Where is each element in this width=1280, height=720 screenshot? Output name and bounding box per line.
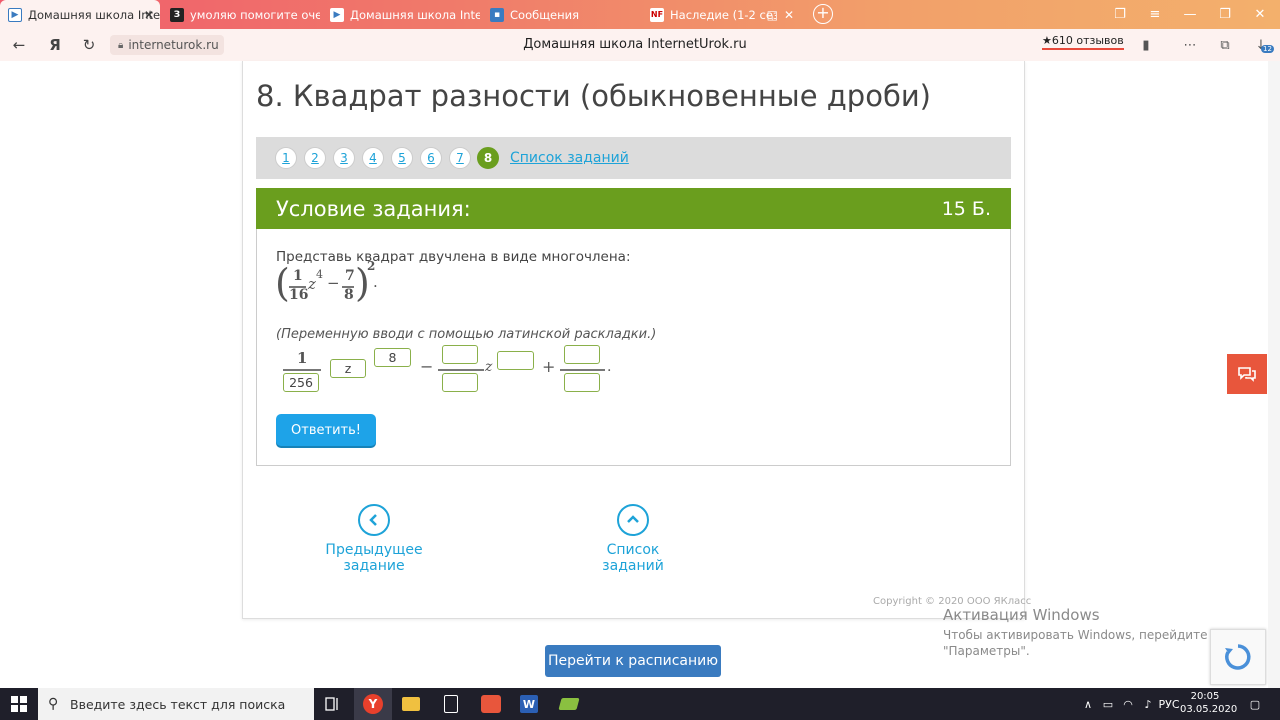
page-scrollbar[interactable] bbox=[1268, 61, 1280, 688]
notifications-icon[interactable]: ▢ bbox=[1240, 688, 1270, 720]
tab-interneturok-2[interactable]: ▶ Домашняя школа Internet bbox=[322, 0, 480, 29]
chevron-left-icon bbox=[358, 504, 390, 536]
submit-answer-button[interactable]: Ответить! bbox=[276, 414, 376, 446]
task-list-nav-link[interactable]: Список заданий bbox=[582, 504, 684, 574]
wifi-icon[interactable]: ◠ bbox=[1118, 688, 1138, 720]
windows-taskbar: ⚲ Введите здесь текст для поиска Y W ∧ ▭… bbox=[0, 688, 1280, 720]
tab-interneturok-1[interactable]: ▶ Домашняя школа Inter ✕ bbox=[0, 0, 160, 29]
chat-icon[interactable] bbox=[1227, 354, 1267, 394]
messages-favicon-icon: ▪ bbox=[490, 7, 504, 22]
answer-variable-1[interactable]: z bbox=[330, 359, 366, 378]
file-explorer-icon[interactable] bbox=[392, 688, 430, 720]
schedule-button[interactable]: Перейти к расписанию bbox=[545, 645, 721, 677]
task-expression: ( 1 16 z 4 − 7 8 ) 2 . bbox=[275, 259, 378, 305]
answer-denominator-1[interactable]: 256 bbox=[283, 373, 319, 392]
pager-item-2[interactable]: 2 bbox=[304, 147, 326, 169]
interneturok-favicon-icon: ▶ bbox=[8, 7, 22, 22]
znanija-favicon-icon: З bbox=[170, 7, 184, 22]
pager-item-3[interactable]: 3 bbox=[333, 147, 355, 169]
system-clock[interactable]: 20:05 03.05.2020 bbox=[1180, 690, 1237, 716]
browser-tab-bar: ▶ Домашняя школа Inter ✕ З умоляю помоги… bbox=[0, 0, 1280, 29]
mute-icon[interactable]: ◱ bbox=[767, 8, 778, 22]
pager-item-7[interactable]: 7 bbox=[449, 147, 471, 169]
battery-icon[interactable]: ▭ bbox=[1098, 688, 1118, 720]
tabs-list-icon[interactable]: ❐ bbox=[1103, 0, 1137, 29]
new-tab-icon[interactable]: + bbox=[813, 4, 833, 24]
search-icon: ⚲ bbox=[48, 696, 59, 712]
recaptcha-icon[interactable] bbox=[1210, 629, 1266, 685]
lock-icon: 🔒︎ bbox=[118, 39, 124, 51]
nf-favicon-icon: NF bbox=[650, 7, 664, 22]
page-content: 8. Квадрат разности (обыкновенные дроби)… bbox=[0, 61, 1280, 688]
volume-icon[interactable]: ♪ bbox=[1138, 688, 1158, 720]
minimize-icon[interactable]: — bbox=[1173, 0, 1207, 29]
pager-item-6[interactable]: 6 bbox=[420, 147, 442, 169]
task-view-icon[interactable] bbox=[314, 688, 352, 720]
interneturok-favicon-icon: ▶ bbox=[330, 7, 344, 22]
answer-denominator-2[interactable] bbox=[442, 373, 478, 392]
pager-item-current[interactable]: 8 bbox=[477, 147, 499, 169]
menu-icon[interactable]: ≡ bbox=[1138, 0, 1172, 29]
page-title: Домашняя школа InternetUrok.ru bbox=[523, 37, 747, 52]
downloads-icon[interactable]: ↓ 12 bbox=[1252, 36, 1274, 54]
close-window-icon[interactable]: ✕ bbox=[1243, 0, 1277, 29]
maximize-icon[interactable]: ❐ bbox=[1208, 0, 1242, 29]
task-heading: 8. Квадрат разности (обыкновенные дроби) bbox=[256, 79, 932, 113]
tab-messages[interactable]: ▪ Сообщения bbox=[482, 0, 640, 29]
task-title: Условие задания: bbox=[276, 197, 471, 221]
answer-denominator-3[interactable] bbox=[564, 373, 600, 392]
address-bar: ← Я ↻ 🔒︎ interneturok.ru Домашняя школа … bbox=[0, 29, 1280, 61]
answer-exponent-1[interactable]: 8 bbox=[374, 348, 411, 367]
pager-item-1[interactable]: 1 bbox=[275, 147, 297, 169]
layers-app-icon[interactable] bbox=[550, 688, 588, 720]
more-icon[interactable]: ⋯ bbox=[1181, 36, 1199, 54]
reload-icon[interactable]: ↻ bbox=[78, 35, 100, 55]
language-indicator[interactable]: РУС bbox=[1158, 688, 1180, 720]
chevron-up-icon bbox=[617, 504, 649, 536]
task-list-link[interactable]: Список заданий bbox=[510, 150, 629, 166]
task-body: Представь квадрат двучлена в виде многоч… bbox=[256, 229, 1011, 466]
reviews-badge[interactable]: ★610 отзывов bbox=[1042, 34, 1124, 50]
calculator-icon[interactable] bbox=[432, 688, 470, 720]
pager-item-5[interactable]: 5 bbox=[391, 147, 413, 169]
answer-numerator-3[interactable] bbox=[564, 345, 600, 364]
yandex-icon[interactable]: Я bbox=[44, 35, 66, 55]
left-paren: ( bbox=[275, 261, 290, 305]
task-score: 15 Б. bbox=[941, 198, 991, 220]
task-header: Условие задания: 15 Б. bbox=[256, 188, 1011, 229]
url-field[interactable]: 🔒︎ interneturok.ru bbox=[110, 35, 224, 55]
tab-znanija[interactable]: З умоляю помогите очень bbox=[162, 0, 320, 29]
pager-item-4[interactable]: 4 bbox=[362, 147, 384, 169]
taskbar-search-input[interactable]: ⚲ Введите здесь текст для поиска bbox=[38, 688, 314, 720]
windows-activation-watermark: Активация Windows Чтобы активировать Win… bbox=[943, 606, 1252, 658]
fraction-bar bbox=[560, 369, 605, 371]
close-icon[interactable]: ✕ bbox=[144, 8, 154, 22]
tab-naslediye[interactable]: NF Наследие (1-2 сезон ◱ ✕ bbox=[642, 0, 800, 29]
tray-expand-icon[interactable]: ∧ bbox=[1078, 688, 1098, 720]
previous-task-link[interactable]: Предыдущее задание bbox=[305, 504, 443, 574]
close-icon[interactable]: ✕ bbox=[784, 8, 794, 22]
task-pager: 1 2 3 4 5 6 7 8 Список заданий bbox=[256, 137, 1011, 179]
fraction-bar bbox=[438, 369, 484, 371]
collections-icon[interactable]: ⧉ bbox=[1216, 36, 1234, 54]
media-player-icon[interactable] bbox=[472, 688, 510, 720]
answer-numerator-2[interactable] bbox=[442, 345, 478, 364]
back-arrow-icon[interactable]: ← bbox=[8, 35, 30, 55]
bookmark-icon[interactable]: ▮ bbox=[1137, 36, 1155, 54]
answer-exponent-2[interactable] bbox=[497, 351, 534, 370]
windows-start-icon[interactable] bbox=[0, 688, 38, 720]
layout-hint: (Переменную вводи с помощью латинской ра… bbox=[276, 327, 657, 342]
word-icon[interactable]: W bbox=[510, 688, 548, 720]
fraction-bar bbox=[283, 369, 321, 371]
yandex-browser-icon[interactable]: Y bbox=[354, 688, 392, 720]
